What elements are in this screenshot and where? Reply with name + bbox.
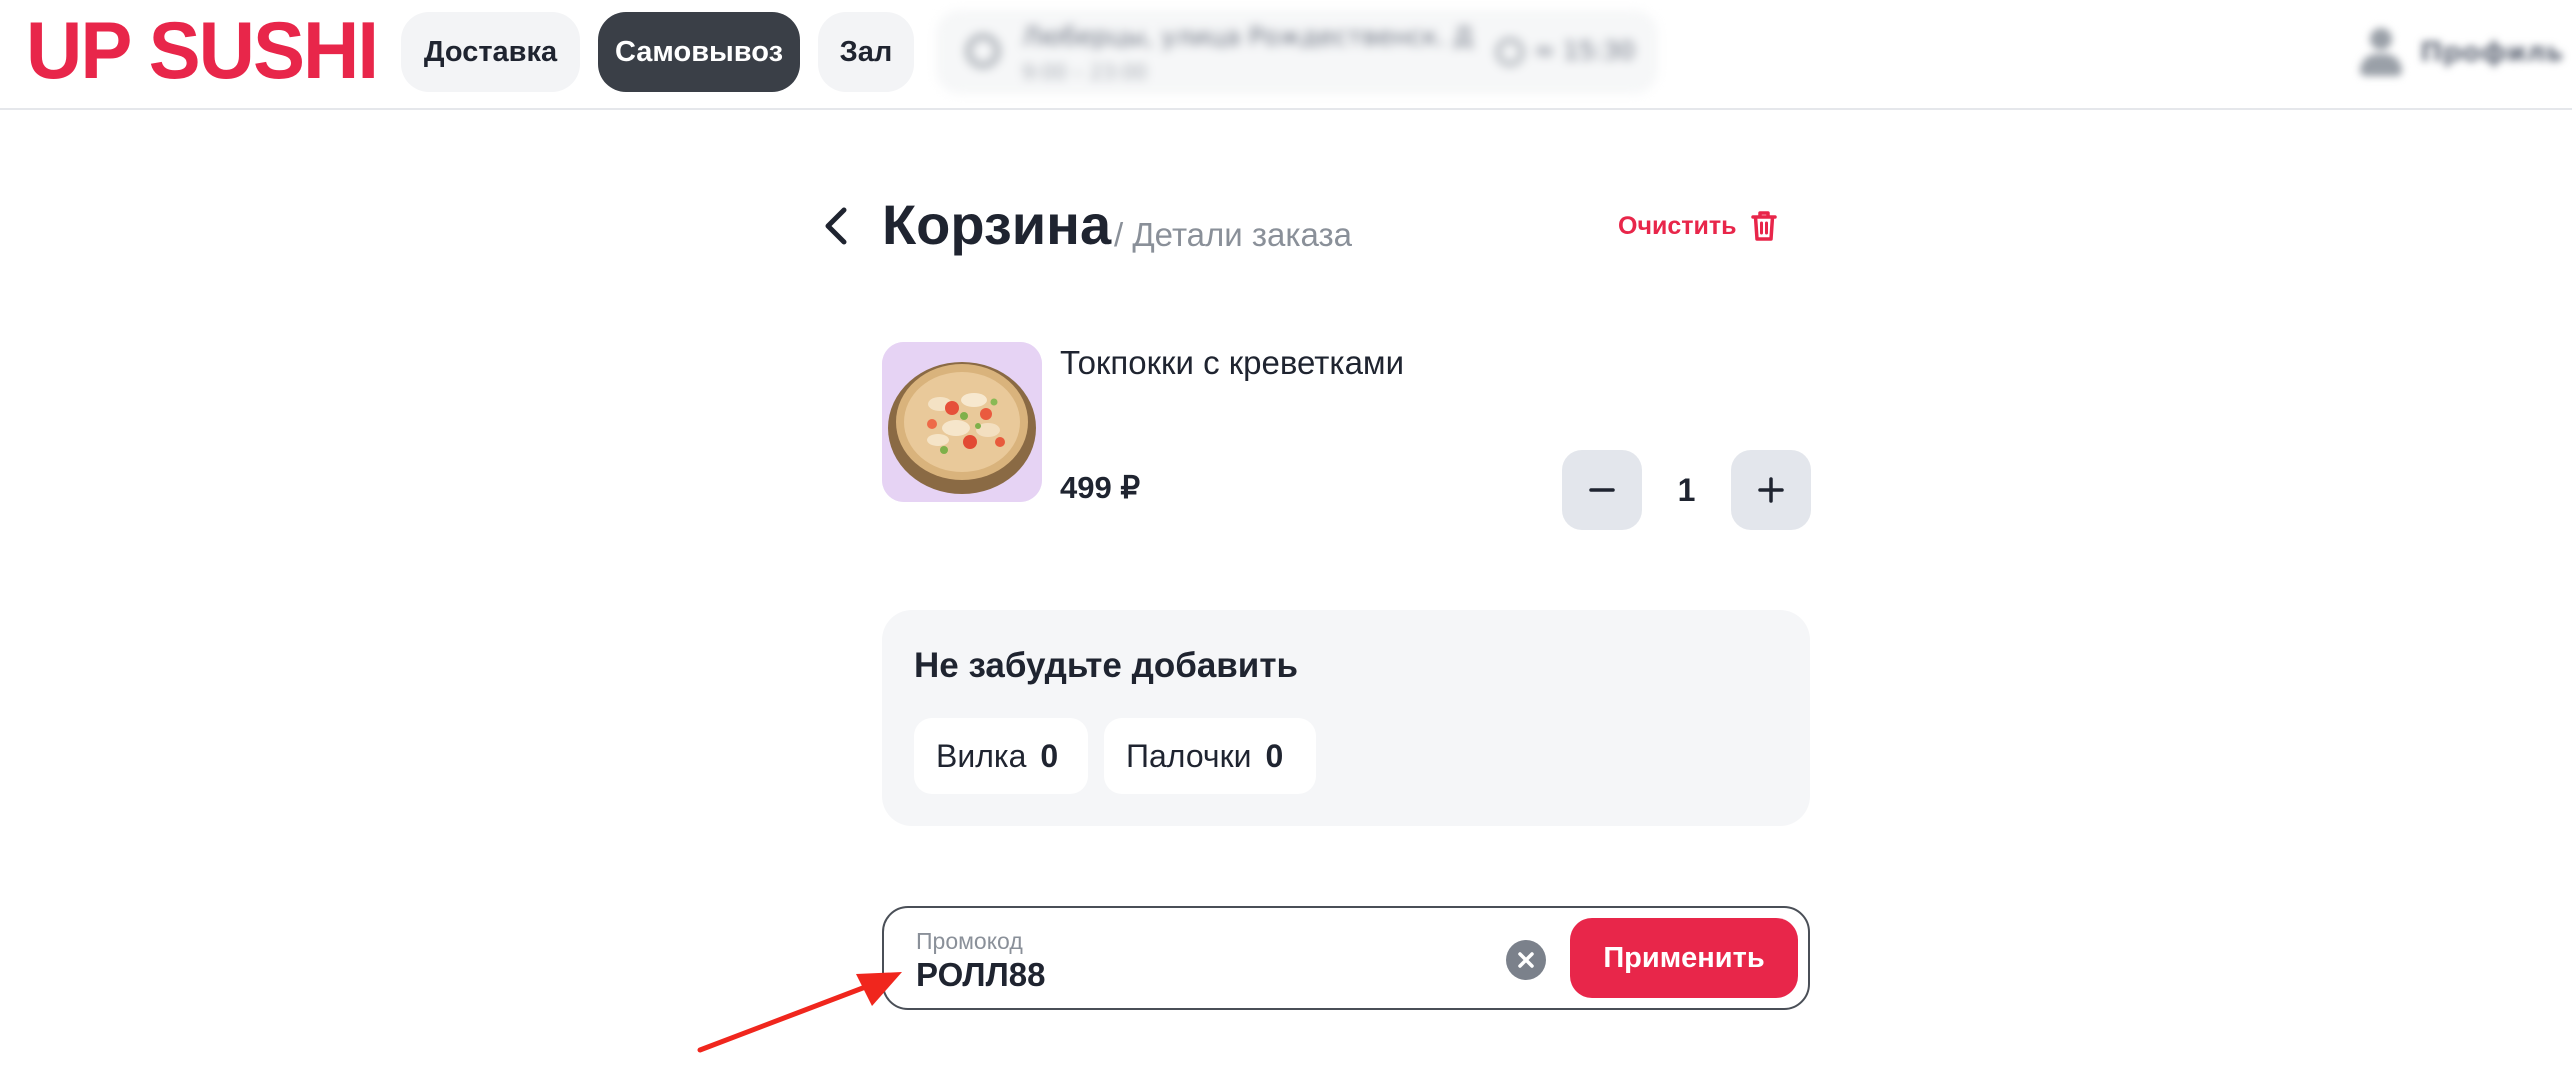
increase-quantity-button[interactable] — [1731, 450, 1811, 530]
address-street: Люберцы, улица Рождественск. Д — [1022, 22, 1474, 51]
back-button[interactable] — [816, 200, 856, 252]
product-price: 499 ₽ — [1060, 470, 1141, 505]
clock-icon — [1496, 38, 1524, 66]
addon-label: Вилка — [936, 737, 1027, 774]
mode-delivery-button[interactable]: Доставка — [401, 12, 580, 92]
mode-pickup-button[interactable]: Самовывоз — [598, 12, 800, 92]
address-eta: ≈ 15:30 — [1534, 36, 1635, 65]
food-bowl-image — [882, 342, 1042, 502]
promo-clear-button[interactable] — [1506, 940, 1546, 980]
decrease-quantity-button[interactable] — [1562, 450, 1642, 530]
addon-count: 0 — [1040, 737, 1059, 774]
addon-fork[interactable]: Вилка 0 — [914, 718, 1088, 794]
profile-button[interactable]: Профиль — [2360, 24, 2563, 80]
apply-promo-button[interactable]: Применить — [1570, 918, 1798, 998]
addon-chopsticks[interactable]: Палочки 0 — [1104, 718, 1316, 794]
promo-label: Промокод — [916, 928, 1023, 954]
clear-cart-label: Очистить — [1618, 211, 1737, 240]
top-header: UP SUSHI Доставка Самовывоз Зал Люберцы,… — [0, 0, 2572, 110]
profile-label: Профиль — [2420, 36, 2564, 68]
chevron-left-icon — [825, 207, 847, 245]
address-selector[interactable]: Люберцы, улица Рождественск. Д 9:00 – 23… — [936, 10, 1658, 94]
quantity-value: 1 — [1677, 472, 1696, 508]
plus-icon — [1758, 477, 1784, 503]
promo-code-input[interactable] — [916, 956, 1516, 994]
user-icon — [2360, 28, 2402, 76]
promo-code-field: Промокод Применить — [882, 906, 1810, 1010]
mode-hall-button[interactable]: Зал — [818, 12, 914, 92]
addon-label: Палочки — [1126, 737, 1252, 774]
red-arrow-icon — [697, 972, 902, 1053]
addons-panel: Не забудьте добавить Вилка 0 Палочки 0 — [882, 610, 1810, 826]
product-image — [882, 342, 1042, 502]
page-title: Корзина — [882, 193, 1112, 256]
close-icon — [1518, 952, 1534, 968]
addon-count: 0 — [1265, 737, 1284, 774]
logo[interactable]: UP SUSHI — [26, 9, 379, 90]
clear-cart-button[interactable]: Очистить — [1618, 208, 1778, 244]
product-name: Токпокки с креветками — [1060, 344, 1405, 381]
addons-title: Не забудьте добавить — [914, 646, 1298, 685]
address-hours: 9:00 – 23:00 — [1022, 60, 1148, 84]
location-pin-icon — [966, 34, 1000, 68]
minus-icon — [1589, 488, 1615, 492]
breadcrumb-subtitle: / Детали заказа — [1114, 216, 1353, 253]
trash-icon — [1751, 211, 1778, 241]
